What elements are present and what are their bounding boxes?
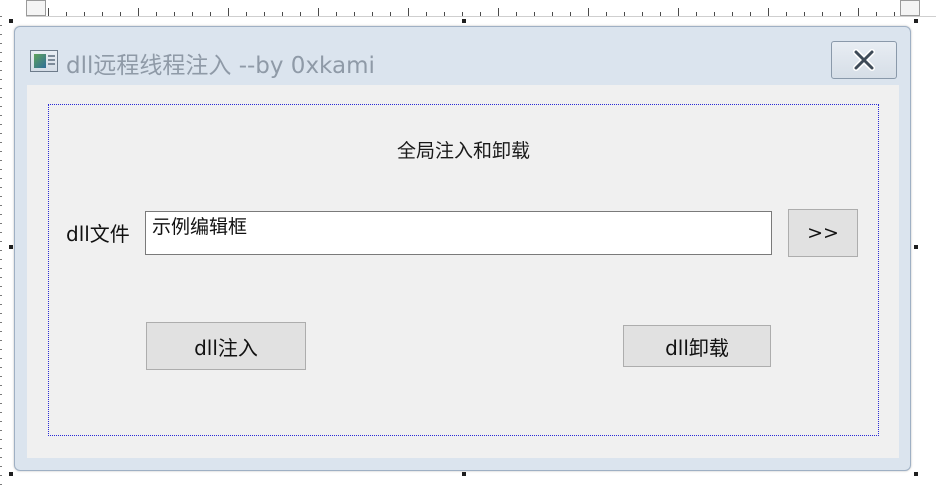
browse-button[interactable]: >> [788,209,858,257]
ruler-tick [264,12,265,16]
ruler-tick [120,12,121,16]
group-title: 全局注入和卸载 [396,140,530,162]
ruler-corner-right [900,0,920,16]
ruler-tick [192,12,193,16]
close-icon [853,49,875,71]
ruler-tick [462,12,463,16]
close-button[interactable] [831,41,897,79]
resize-handle-top-right[interactable] [914,19,918,23]
dll-file-label: dll文件 [66,222,130,246]
designer-ruler-top [26,0,936,17]
ruler-tick [498,8,499,16]
ruler-tick [660,12,661,16]
ruler-tick [840,12,841,16]
ruler-tick [552,12,553,16]
ruler-tick [696,12,697,16]
ruler-tick [426,12,427,16]
resize-handle-middle-right[interactable] [914,245,918,249]
title-bar[interactable]: dll远程线程注入 --by 0xkami [15,27,910,87]
ruler-tick [318,8,319,16]
ruler-tick [732,12,733,16]
ruler-tick [282,12,283,16]
ruler-tick [768,8,769,16]
ruler-tick [588,8,589,16]
ruler-tick [102,12,103,16]
ruler-tick [480,12,481,16]
ruler-tick [408,8,409,16]
inject-button[interactable]: dll注入 [146,322,306,370]
ruler-tick [210,12,211,16]
ruler-tick [624,12,625,16]
unload-button[interactable]: dll卸载 [623,325,771,367]
ruler-tick [822,12,823,16]
ruler-tick [714,12,715,16]
ruler-tick [300,12,301,16]
ruler-tick [390,12,391,16]
resize-handle-bottom-middle[interactable] [462,472,466,476]
ruler-tick [444,12,445,16]
ruler-tick [678,8,679,16]
dialog-window: dll远程线程注入 --by 0xkami 全局注入和卸载 dll文件 示例编辑… [14,26,911,471]
injection-group: 全局注入和卸载 dll文件 示例编辑框 >> dll注入 dll卸载 [48,104,879,436]
ruler-tick [48,8,49,16]
ruler-tick [750,12,751,16]
ruler-tick [876,12,877,16]
ruler-tick [66,12,67,16]
ruler-tick [606,12,607,16]
ruler-tick [84,12,85,16]
ruler-tick [642,12,643,16]
app-icon [30,50,58,72]
ruler-corner-left [26,0,46,16]
ruler-tick [570,12,571,16]
dll-path-input[interactable]: 示例编辑框 [145,211,772,255]
ruler-tick [354,12,355,16]
window-title: dll远程线程注入 --by 0xkami [66,53,375,79]
resize-handle-bottom-right[interactable] [914,472,918,476]
ruler-tick [894,12,895,16]
resize-handle-bottom-left[interactable] [9,472,13,476]
resize-handle-top-left[interactable] [9,19,13,23]
ruler-tick [372,12,373,16]
ruler-tick [534,12,535,16]
ruler-tick [138,8,139,16]
ruler-tick [246,12,247,16]
ruler-tick [786,12,787,16]
ruler-tick [156,12,157,16]
ruler-tick [228,8,229,16]
ruler-tick [516,12,517,16]
resize-handle-middle-left[interactable] [9,245,13,249]
resize-handle-top-middle[interactable] [462,19,466,23]
ruler-tick [858,8,859,16]
client-area: 全局注入和卸载 dll文件 示例编辑框 >> dll注入 dll卸载 [27,85,899,458]
ruler-tick [804,12,805,16]
designer-ruler-left [0,16,6,486]
ruler-tick [336,12,337,16]
ruler-tick [174,12,175,16]
